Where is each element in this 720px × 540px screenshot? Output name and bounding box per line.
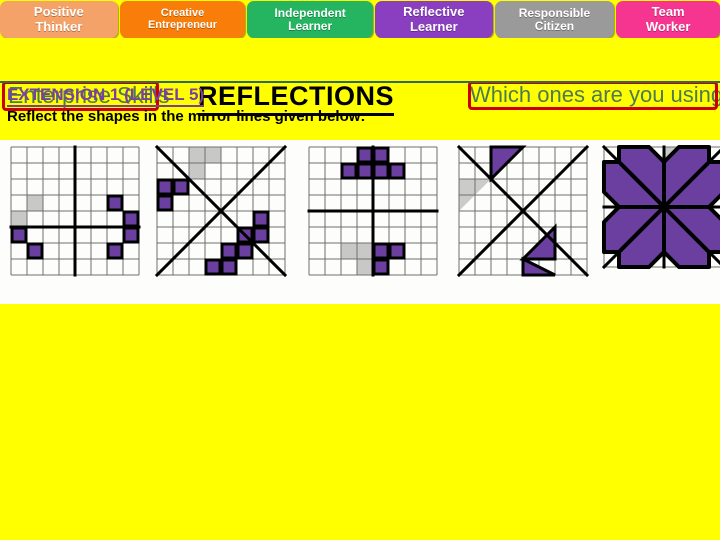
skill-tab-label-line1: Creative (160, 6, 205, 19)
title-band: Enterprise Skills REFLECTIONS Which ones… (0, 38, 720, 116)
worksheet-figures-strip (0, 140, 720, 304)
skill-tab-label-line2: Learner (288, 18, 333, 33)
skill-tab-positive[interactable]: Positive Thinker (0, 1, 118, 38)
ghost-square (27, 195, 43, 211)
shape-square (204, 258, 222, 276)
ghost-square (357, 243, 373, 259)
skill-tab-label-line2: Thinker (35, 18, 83, 34)
shape-square (220, 242, 238, 260)
shape-square (106, 242, 124, 260)
skill-tab-independent[interactable]: Independent Learner (247, 1, 373, 38)
shape-square (172, 178, 190, 196)
header-divider (0, 81, 720, 83)
grid-5-four-mirrors-pinwheel (600, 143, 720, 271)
skill-tab-team[interactable]: Team Worker (616, 1, 720, 38)
shape-square (372, 258, 390, 276)
skill-tab-label-line2: Learner (409, 18, 458, 34)
shape-square (26, 242, 44, 260)
instruction-text: Reflect the shapes in the mirror lines g… (7, 108, 366, 125)
skill-tab-label-line2: Entrepreneur (147, 18, 218, 31)
shape-square (356, 162, 374, 180)
skill-tab-label-line1: Team (651, 4, 685, 20)
skill-tab-label-line1: Positive (33, 4, 84, 20)
which-ones-highlight-box (468, 81, 718, 110)
grid-4-diagonal-mirrors-triangles (455, 143, 591, 279)
ghost-square (205, 147, 221, 163)
shape-square (156, 194, 174, 212)
skill-tab-reflective[interactable]: Reflective Learner (374, 1, 493, 38)
shape-square (372, 242, 390, 260)
shape-square (236, 242, 254, 260)
shape-square (340, 162, 358, 180)
extension-heading: EXTENSION 1 (LEVEL 5) (7, 85, 205, 107)
page-bottom-fill (0, 304, 720, 540)
shape-square (372, 146, 390, 164)
shape-square (388, 162, 406, 180)
skill-tab-label-line2: Worker (645, 18, 691, 34)
ghost-square (341, 243, 357, 259)
grid-2-diagonal-mirrors (153, 143, 289, 279)
ghost-square (189, 163, 205, 179)
shape-square (122, 226, 140, 244)
ghost-square (189, 147, 205, 163)
shape-square (252, 210, 270, 228)
skill-tab-creative[interactable]: Creative Entrepreneur (119, 1, 246, 38)
enterprise-skills-tab-bar: Positive Thinker Creative Entrepreneur Indep… (0, 0, 720, 38)
skill-tab-label-line1: Reflective (403, 4, 465, 20)
shape-square (372, 162, 390, 180)
worksheet-page: Positive Thinker Creative Entrepreneur Indep… (0, 0, 720, 540)
ghost-square (357, 259, 373, 275)
skill-tab-label-line2: Citizen (534, 18, 575, 33)
shape-square (156, 178, 174, 196)
shape-square (220, 258, 238, 276)
shape-square (106, 194, 124, 212)
grid-1-vertical-horizontal-mirrors (7, 143, 143, 279)
shape-square (252, 226, 270, 244)
shape-square (122, 210, 140, 228)
skill-tab-label-line1: Independent (274, 5, 346, 20)
shape-square (10, 226, 28, 244)
skill-tab-label-line1: Responsible (518, 5, 591, 20)
shape-square (388, 242, 406, 260)
shape-square (356, 146, 374, 164)
ghost-square (11, 211, 27, 227)
skill-tab-responsible[interactable]: Responsible Citizen (494, 1, 615, 38)
grid-3-vertical-horizontal-mirrors (305, 143, 441, 279)
